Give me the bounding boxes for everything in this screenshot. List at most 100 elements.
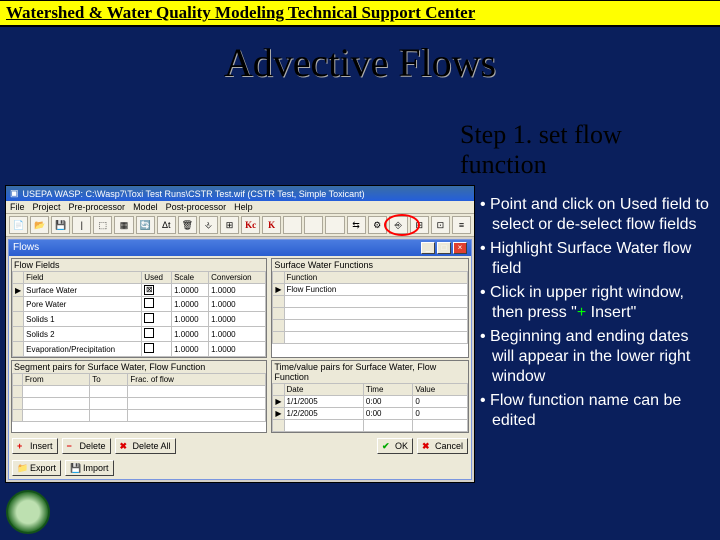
column-header[interactable] xyxy=(273,272,284,284)
toolbar-button[interactable]: 📂 xyxy=(30,216,49,234)
column-header[interactable] xyxy=(273,384,284,396)
instruction-item: Highlight Surface Water flow field xyxy=(480,239,710,279)
column-header[interactable]: Time xyxy=(363,384,412,396)
table-row[interactable]: Solids 11.00001.0000 xyxy=(13,312,266,327)
toolbar-button[interactable]: 🗑 xyxy=(178,216,197,234)
toolbar-button[interactable]: ⊞ xyxy=(220,216,239,234)
flow-fields-table[interactable]: FieldUsedScaleConversion▶Surface Water⊠1… xyxy=(12,271,266,357)
ok-button[interactable]: ✔OK xyxy=(377,438,413,454)
table-row[interactable]: ▶1/1/20050:000 xyxy=(273,396,468,408)
toolbar-button[interactable]: K xyxy=(262,216,281,234)
menu-item[interactable]: Help xyxy=(234,202,253,212)
flow-fields-label: Flow Fields xyxy=(12,259,266,271)
x-icon: ✖ xyxy=(120,441,130,451)
import-button[interactable]: Import xyxy=(65,460,114,476)
toolbar-button[interactable] xyxy=(304,216,323,234)
flows-window: Flows _ □ × Flow Fields FieldUsedScaleCo… xyxy=(8,239,472,480)
app-titlebar: ▣ USEPA WASP: C:\Wasp7\Toxi Test Runs\CS… xyxy=(6,186,474,201)
toolbar-button[interactable]: ⇆ xyxy=(347,216,366,234)
toolbar-button[interactable]: ≡ xyxy=(452,216,471,234)
instruction-item: Beginning and ending dates will appear i… xyxy=(480,327,710,387)
delete-button[interactable]: −Delete xyxy=(62,438,111,454)
menu-item[interactable]: Model xyxy=(133,202,158,212)
column-header[interactable] xyxy=(13,272,24,284)
toolbar-button[interactable] xyxy=(283,216,302,234)
toolbar-button[interactable]: ⚙ xyxy=(368,216,387,234)
step-title: Step 1. set flow function xyxy=(460,120,660,180)
export-button[interactable]: Export xyxy=(12,460,61,476)
x-icon: ✖ xyxy=(422,441,432,451)
check-icon: ✔ xyxy=(382,441,392,451)
disk-icon xyxy=(70,463,80,473)
toolbar-button[interactable]: | xyxy=(72,216,91,234)
table-row[interactable]: ▶Flow Function xyxy=(273,284,468,296)
slide-title: Advective Flows xyxy=(0,39,720,86)
toolbar-button[interactable]: ▦ xyxy=(114,216,133,234)
toolbar-button[interactable]: Δt xyxy=(157,216,176,234)
functions-pane: Surface Water Functions Function▶Flow Fu… xyxy=(271,258,469,358)
toolbar-button[interactable] xyxy=(325,216,344,234)
instruction-item: Click in upper right window, then press … xyxy=(480,283,710,323)
plus-icon: + xyxy=(17,441,27,451)
table-row[interactable]: Solids 21.00001.0000 xyxy=(13,327,266,342)
button-row-io: ExportImport xyxy=(9,457,179,479)
toolbar-button[interactable]: ⊡ xyxy=(431,216,450,234)
app-icon: ▣ xyxy=(10,188,19,199)
toolbar-button[interactable]: ⬚ xyxy=(93,216,112,234)
table-row[interactable]: ▶1/2/20050:000 xyxy=(273,408,468,420)
table-row[interactable]: Evaporation/Precipitation1.00001.0000 xyxy=(13,342,266,357)
toolbar-button[interactable]: 💾 xyxy=(51,216,70,234)
functions-label: Surface Water Functions xyxy=(272,259,468,271)
column-header[interactable] xyxy=(13,374,23,386)
toolbar-button[interactable]: ⊟ xyxy=(410,216,429,234)
maximize-button[interactable]: □ xyxy=(437,242,451,254)
folder-icon xyxy=(17,463,27,473)
toolbar-button[interactable]: Kc xyxy=(241,216,260,234)
column-header[interactable]: Frac. of flow xyxy=(128,374,266,386)
table-row[interactable]: Pore Water1.00001.0000 xyxy=(13,297,266,312)
instruction-item: Point and click on Used field to select … xyxy=(480,195,710,235)
toolbar-button[interactable]: 🔄 xyxy=(136,216,155,234)
menubar[interactable]: File Project Pre-processor Model Post-proces… xyxy=(6,201,474,214)
column-header[interactable]: Value xyxy=(413,384,468,396)
minus-icon: − xyxy=(67,441,77,451)
menu-item[interactable]: Post-processor xyxy=(166,202,227,212)
column-header[interactable]: Field xyxy=(24,272,142,284)
column-header[interactable]: Scale xyxy=(172,272,209,284)
app-window-title: USEPA WASP: C:\Wasp7\Toxi Test Runs\CSTR… xyxy=(23,189,365,199)
agency-logo xyxy=(6,490,50,534)
time-value-pane: Time/value pairs for Surface Water, Flow… xyxy=(271,360,469,433)
column-header[interactable]: Function xyxy=(284,272,468,284)
menu-item[interactable]: File xyxy=(10,202,25,212)
toolbar-button[interactable]: ⎀ xyxy=(199,216,218,234)
column-header[interactable]: Conversion xyxy=(209,272,266,284)
flow-fields-pane: Flow Fields FieldUsedScaleConversion▶Sur… xyxy=(11,258,267,358)
toolbar[interactable]: 📄📂💾|⬚▦🔄Δt🗑⎀⊞KcK ⇆⚙⎆⊟⊡≡ xyxy=(6,214,474,237)
close-button[interactable]: × xyxy=(453,242,467,254)
functions-table[interactable]: Function▶Flow Function xyxy=(272,271,468,344)
column-header[interactable]: Date xyxy=(284,384,363,396)
time-value-table[interactable]: DateTimeValue▶1/1/20050:000▶1/2/20050:00… xyxy=(272,383,468,432)
column-header[interactable]: From xyxy=(23,374,90,386)
column-header[interactable]: To xyxy=(90,374,128,386)
table-row[interactable]: ▶Surface Water⊠1.00001.0000 xyxy=(13,284,266,297)
toolbar-button[interactable]: ⎆ xyxy=(389,216,408,234)
instruction-list: Point and click on Used field to select … xyxy=(480,195,710,435)
banner: Watershed & Water Quality Modeling Techn… xyxy=(0,0,720,27)
toolbar-button[interactable]: 📄 xyxy=(9,216,28,234)
flows-titlebar: Flows _ □ × xyxy=(9,240,471,256)
segment-pairs-table[interactable]: FromToFrac. of flow xyxy=(12,373,266,422)
delete-all-button[interactable]: ✖Delete All xyxy=(115,438,176,454)
column-header[interactable]: Used xyxy=(142,272,172,284)
segment-pairs-pane: Segment pairs for Surface Water, Flow Fu… xyxy=(11,360,267,433)
app-screenshot: ▣ USEPA WASP: C:\Wasp7\Toxi Test Runs\CS… xyxy=(5,185,475,483)
cancel-button[interactable]: ✖Cancel xyxy=(417,438,468,454)
segment-pairs-label: Segment pairs for Surface Water, Flow Fu… xyxy=(12,361,266,373)
insert-button[interactable]: +Insert xyxy=(12,438,58,454)
menu-item[interactable]: Pre-processor xyxy=(69,202,126,212)
time-value-label: Time/value pairs for Surface Water, Flow… xyxy=(272,361,468,383)
button-row-confirm: ✔OK✖Cancel xyxy=(374,435,471,479)
instruction-item: Flow function name can be edited xyxy=(480,391,710,431)
menu-item[interactable]: Project xyxy=(33,202,61,212)
minimize-button[interactable]: _ xyxy=(421,242,435,254)
